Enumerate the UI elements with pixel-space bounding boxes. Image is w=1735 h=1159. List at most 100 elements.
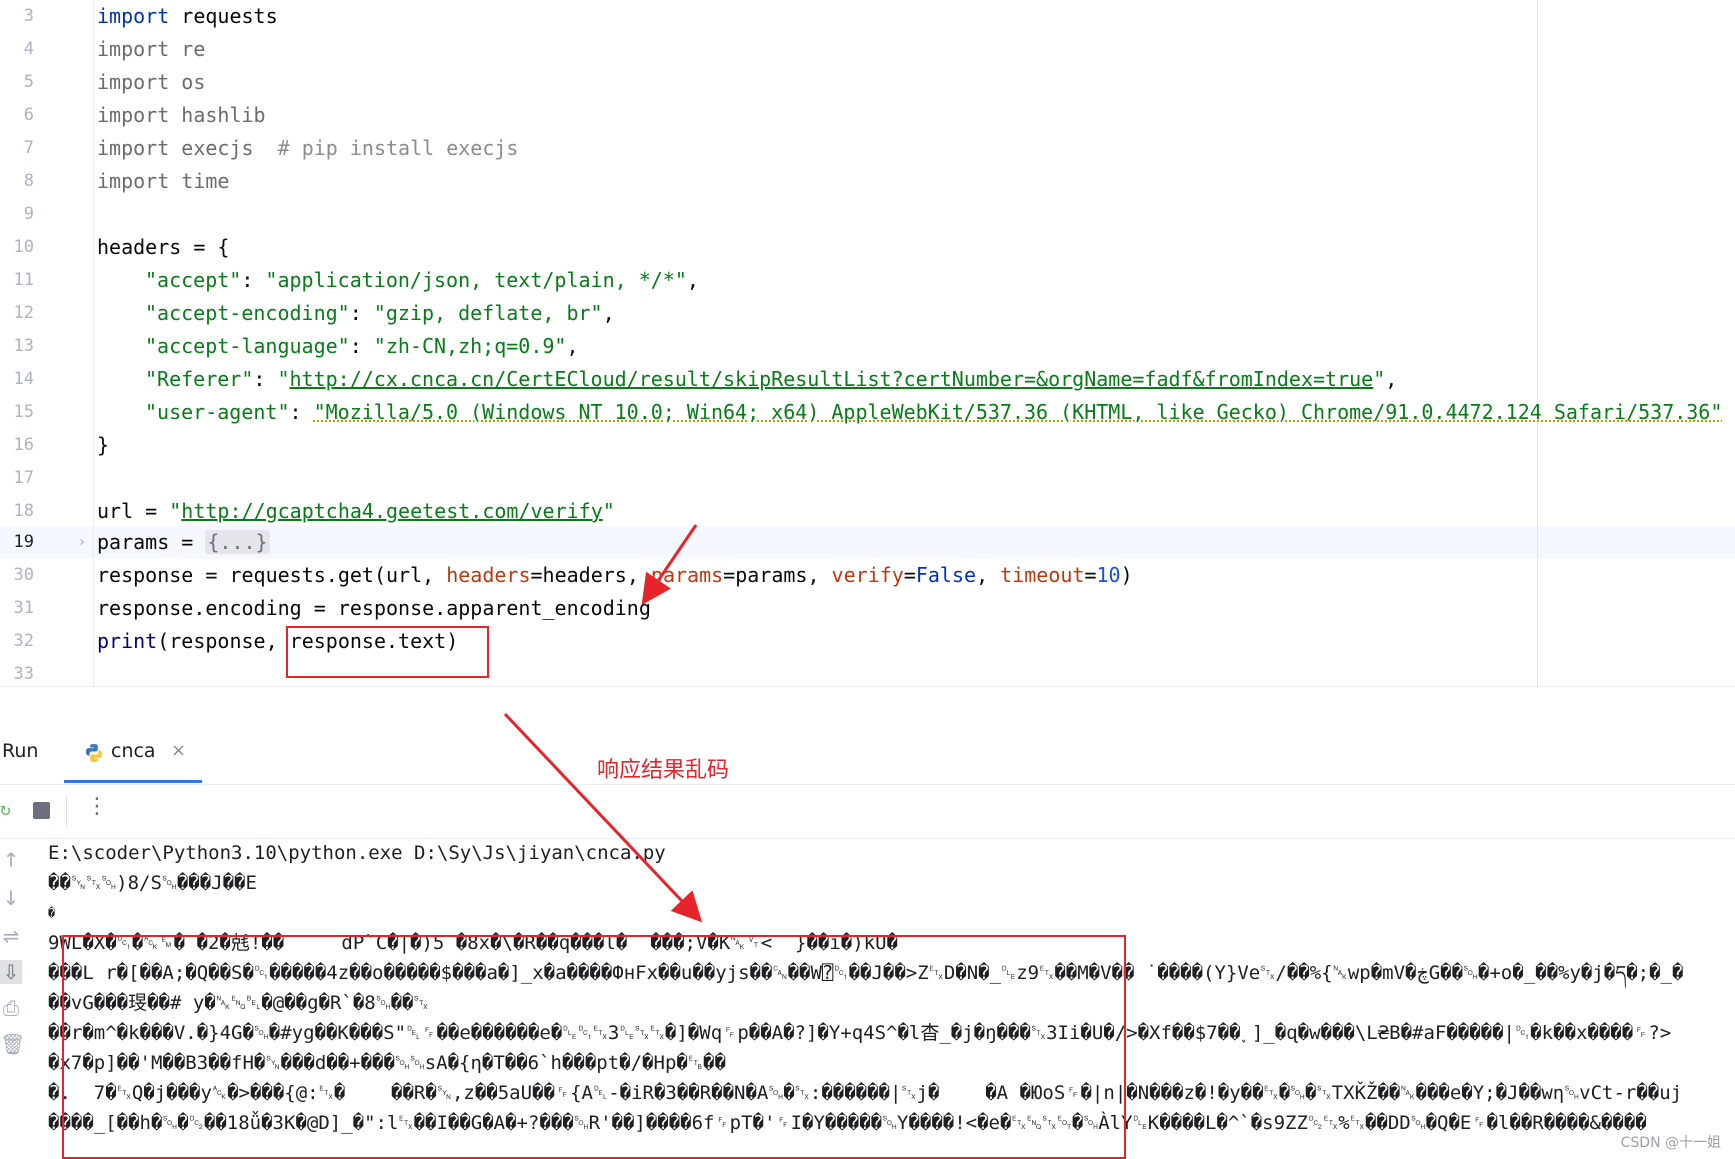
stop-icon[interactable] — [33, 802, 50, 819]
code-line-5[interactable]: import os — [97, 66, 205, 99]
keyword: import — [97, 136, 170, 160]
code-line-10[interactable]: headers = { — [97, 231, 229, 264]
code-text: re — [169, 37, 206, 61]
line-number: 4 — [23, 39, 34, 59]
string-value: "zh-CN,zh;q=0.9" — [373, 334, 567, 358]
code-line-12[interactable]: "accept-encoding": "gzip, deflate, br", — [145, 297, 615, 330]
rerun-icon[interactable]: ↻ — [0, 800, 16, 820]
code-text: : — [241, 268, 266, 292]
code-line-8[interactable]: import time — [97, 165, 229, 198]
line-number: 10 — [13, 237, 34, 257]
code-text: response = requests.get(url, — [97, 563, 447, 587]
editor-bottom-border — [0, 686, 1735, 687]
scroll-to-end-icon[interactable]: ⇩ — [0, 960, 22, 984]
code-editor[interactable]: 3 4 5 6 7 8 9 10 11 12 13 14 15 16 17 18… — [0, 0, 1735, 688]
line-number: 6 — [23, 105, 34, 125]
code-line-18[interactable]: url = "http://gcaptcha4.geetest.com/veri… — [97, 495, 615, 528]
line-number: 16 — [13, 435, 34, 455]
code-line-19[interactable]: params = {...} — [97, 526, 270, 559]
right-margin-guide — [1537, 0, 1538, 688]
code-line-4[interactable]: import re — [97, 33, 205, 66]
active-tab-indicator — [64, 780, 202, 783]
run-panel-header: Run cnca × — [0, 718, 1735, 785]
code-text: response.encoding = response.apparent_en… — [97, 596, 651, 620]
code-text: } — [97, 433, 110, 457]
line-number: 9 — [23, 204, 34, 224]
param-name: headers — [446, 563, 531, 587]
code-line-15[interactable]: "user-agent": "Mozilla/5.0 (Windows NT 1… — [145, 396, 1722, 429]
scroll-down-icon[interactable]: ↓ — [0, 886, 22, 910]
user-agent-string: "Mozilla/5.0 (Windows NT 10.0; Win64; x6… — [313, 400, 1723, 424]
run-toolbar: ↻ ⋮ — [0, 784, 1735, 839]
code-text: =headers, — [530, 563, 651, 587]
folded-region[interactable]: {...} — [205, 530, 270, 554]
line-number: 32 — [13, 631, 34, 651]
code-line-11[interactable]: "accept": "application/json, text/plain,… — [145, 264, 699, 297]
code-line-14[interactable]: "Referer": "http://cx.cnca.cn/CertECloud… — [145, 363, 1397, 396]
referer-url-link[interactable]: http://cx.cnca.cn/CertECloud/result/skip… — [290, 367, 1374, 391]
line-number-active: 19 — [13, 532, 34, 552]
string-key: "accept" — [145, 268, 242, 292]
line-number: 7 — [23, 138, 34, 158]
code-text: , — [686, 268, 699, 292]
code-text: , — [1385, 367, 1398, 391]
code-line-7[interactable]: import execjs # pip install execjs — [97, 132, 518, 165]
annotation-label: 响应结果乱码 — [597, 758, 730, 783]
trash-icon[interactable]: 🗑 — [0, 1032, 25, 1056]
code-text: = — [903, 563, 916, 587]
code-text: time — [169, 169, 230, 193]
line-number: 5 — [23, 72, 34, 92]
param-name: timeout — [1000, 563, 1085, 587]
verify-url-link[interactable]: http://gcaptcha4.geetest.com/verify — [181, 499, 602, 523]
code-text: execjs — [169, 136, 278, 160]
code-text: requests — [169, 4, 278, 28]
number-literal: 10 — [1096, 563, 1121, 587]
fold-expand-icon[interactable]: › — [78, 535, 86, 550]
builtin-function: print — [97, 629, 158, 653]
code-line-13[interactable]: "accept-language": "zh-CN,zh;q=0.9", — [145, 330, 579, 363]
run-panel-title: Run — [2, 740, 39, 762]
string-quote: " — [169, 499, 182, 523]
code-line-16[interactable]: } — [97, 429, 109, 462]
code-line-6[interactable]: import hashlib — [97, 99, 266, 132]
console-output-line: � — [48, 906, 56, 920]
code-text: os — [169, 70, 206, 94]
code-line-31[interactable]: response.encoding = response.apparent_en… — [97, 592, 651, 625]
code-text: url = — [97, 499, 170, 523]
code-text: : — [253, 367, 278, 391]
close-icon[interactable]: × — [171, 740, 186, 761]
keyword-literal: False — [915, 563, 977, 587]
line-number: 33 — [13, 664, 34, 684]
string-value: "gzip, deflate, br" — [373, 301, 603, 325]
code-text: : — [289, 400, 314, 424]
code-text: , — [976, 563, 1001, 587]
scroll-up-icon[interactable]: ↑ — [0, 848, 22, 872]
keyword: import — [97, 70, 170, 94]
param-name: verify — [831, 563, 904, 587]
string-quote: " — [1373, 367, 1386, 391]
string-key: "accept-encoding" — [145, 301, 350, 325]
more-options-icon[interactable]: ⋮ — [86, 794, 108, 819]
response-text-highlight-box — [286, 626, 489, 678]
line-number: 17 — [13, 468, 34, 488]
keyword: import — [97, 103, 170, 127]
keyword: import — [97, 4, 170, 28]
run-tab-cnca[interactable]: cnca × — [66, 718, 201, 784]
code-text: : — [349, 334, 374, 358]
code-text: , — [566, 334, 579, 358]
line-number: 13 — [13, 336, 34, 356]
code-line-30[interactable]: response = requests.get(url, headers=hea… — [97, 559, 1133, 592]
line-number: 8 — [23, 171, 34, 191]
string-value: "application/json, text/plain, */*" — [265, 268, 687, 292]
code-text: params = — [97, 530, 206, 554]
code-text: hashlib — [169, 103, 266, 127]
string-quote: " — [602, 499, 615, 523]
code-text: =params, — [723, 563, 832, 587]
toolbar-separator — [66, 796, 67, 826]
line-number-gutter: 3 4 5 6 7 8 9 10 11 12 13 14 15 16 17 18… — [0, 0, 92, 688]
line-number: 15 — [13, 402, 34, 422]
soft-wrap-icon[interactable]: ⇌ — [0, 924, 22, 948]
code-text: : — [349, 301, 374, 325]
print-icon[interactable]: ⎙ — [0, 996, 22, 1020]
code-line-3[interactable]: import requests — [97, 0, 278, 33]
